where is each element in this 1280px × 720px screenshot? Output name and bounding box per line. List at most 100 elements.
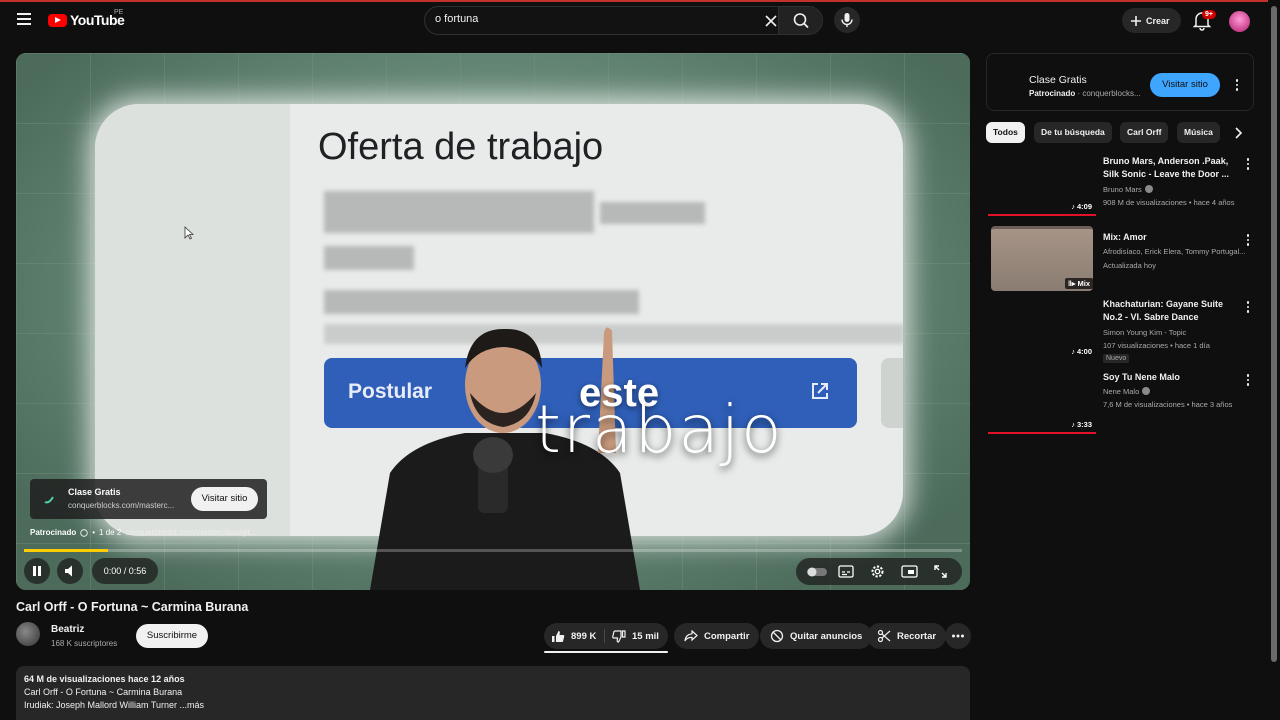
video-thumbnail[interactable]: ♪ 4:09 — [988, 155, 1096, 216]
dislike-button[interactable]: 15 mil — [606, 623, 669, 649]
video-job-title: Oferta de trabajo — [318, 126, 604, 168]
like-divider — [604, 629, 605, 643]
masthead: YouTube PE Crear 9+ — [0, 2, 1268, 36]
rec-channel: Bruno Mars — [1103, 185, 1153, 194]
rec-meta: Actualizada hoy — [1103, 261, 1156, 270]
channel-avatar[interactable] — [16, 622, 40, 646]
rec-menu-icon[interactable] — [1241, 233, 1255, 247]
rec-title[interactable]: Khachaturian: Gayane Suite No.2 - VI. Sa… — [1103, 298, 1238, 324]
notification-count-badge: 9+ — [1202, 10, 1216, 19]
video-thumbnail[interactable]: ♪ 4:00 — [988, 298, 1096, 359]
sidebar-ad-visit-button[interactable]: Visitar sitio — [1150, 73, 1220, 97]
video-player[interactable]: Oferta de trabajo Postular este trabajo … — [16, 53, 970, 590]
rec-channel: Simon Young Kim - Topic — [1103, 328, 1187, 337]
chip-todos[interactable]: Todos — [986, 122, 1025, 143]
scrollbar-thumb[interactable] — [1271, 6, 1277, 662]
more-actions-button[interactable] — [945, 623, 971, 649]
time-display: 0:00 / 0:56 — [92, 558, 158, 584]
account-avatar[interactable] — [1229, 11, 1250, 32]
sidebar-ad-sponsored: Patrocinado — [1029, 89, 1076, 98]
country-code: PE — [114, 9, 124, 16]
blurred-text — [324, 246, 414, 270]
music-note-icon: ♪ — [1071, 420, 1075, 429]
recommended-video[interactable]: ♪ 4:09 Bruno Mars, Anderson .Paak, Silk S… — [988, 155, 1258, 221]
blurred-text — [324, 191, 594, 233]
search-input[interactable] — [435, 13, 755, 25]
description-stats: 64 M de visualizaciones hace 12 años — [24, 674, 185, 684]
video-title: Carl Orff - O Fortuna ~ Carmina Burana — [16, 600, 249, 614]
remove-ads-label: Quitar anuncios — [790, 630, 863, 642]
rec-meta: 7,6 M de visualizaciones • hace 3 años — [1103, 400, 1233, 409]
volume-button[interactable] — [57, 558, 83, 584]
chevron-right-icon[interactable] — [1230, 125, 1246, 141]
music-note-icon: ♪ — [1071, 202, 1075, 211]
rec-menu-icon[interactable] — [1241, 300, 1255, 314]
fullscreen-icon[interactable] — [933, 564, 948, 579]
sidebar-ad-domain: conquerblocks... — [1082, 89, 1141, 98]
new-badge: Nuevo — [1103, 354, 1130, 363]
rec-menu-icon[interactable] — [1241, 157, 1255, 171]
recommended-mix[interactable]: ‖▸ Mix Mix: Amor Afrodisíaco, Erick Elera… — [988, 226, 1258, 292]
rec-title[interactable]: Bruno Mars, Anderson .Paak, Silk Sonic -… — [1103, 155, 1238, 181]
blurred-text — [600, 202, 705, 224]
youtube-logo[interactable]: YouTube — [48, 12, 125, 28]
rec-channel: Afrodisíaco, Erick Elera, Tommy Portugal… — [1103, 247, 1246, 256]
duration-badge: ♪ 4:09 — [1071, 202, 1092, 211]
mix-thumbnail[interactable]: ‖▸ Mix — [991, 226, 1093, 291]
menu-icon[interactable] — [17, 13, 31, 25]
scissors-icon — [877, 629, 891, 643]
like-button[interactable]: 899 K — [544, 623, 606, 649]
theater-mode-icon[interactable] — [901, 564, 918, 579]
progress-bar[interactable] — [24, 549, 962, 552]
verified-icon — [1144, 185, 1153, 193]
video-side-element — [881, 358, 903, 428]
like-count: 899 K — [571, 630, 597, 642]
voice-search-button[interactable] — [834, 7, 860, 33]
subscribe-button[interactable]: Suscribirme — [136, 624, 208, 648]
blurred-text — [324, 290, 639, 314]
recommended-video[interactable]: ♪ 4:00 Khachaturian: Gayane Suite No.2 - … — [988, 298, 1258, 363]
duration-badge: ♪ 4:00 — [1071, 347, 1092, 356]
chip-carl-orff[interactable]: Carl Orff — [1120, 122, 1169, 143]
sidebar-ad-sub: Patrocinado · conquerblocks... — [1029, 89, 1141, 98]
chip-de-tu-busqueda[interactable]: De tu búsqueda — [1034, 122, 1112, 143]
page-scrollbar[interactable] — [1268, 0, 1280, 720]
subtitles-icon[interactable] — [838, 564, 854, 579]
rec-menu-icon[interactable] — [1241, 373, 1255, 387]
youtube-play-icon — [48, 13, 67, 27]
sponsored-info: Patrocinado • 1 de 2 conquerblocks.com/m… — [30, 528, 257, 537]
ad-url-faint: conquerblocks.com/masterclass/git... — [125, 528, 257, 537]
mix-playlist-icon: ‖▸ — [1067, 279, 1076, 288]
recommended-video[interactable]: ♪ 3:33 Soy Tu Nene Malo Nene Malo 7,6 M d… — [988, 371, 1258, 435]
ad-count: 1 de 2 — [99, 528, 122, 537]
share-icon — [684, 630, 698, 642]
create-label: Crear — [1146, 15, 1170, 26]
sidebar-ad[interactable]: Clase Gratis Patrocinado · conquerblocks… — [986, 53, 1254, 111]
music-note-icon: ♪ — [1071, 347, 1075, 356]
progress-fill — [24, 549, 109, 552]
info-icon[interactable] — [80, 528, 88, 537]
rec-title[interactable]: Mix: Amor — [1103, 231, 1238, 244]
in-video-ad-card[interactable]: Clase Gratis conquerblocks.com/masterc..… — [30, 479, 267, 519]
pause-button[interactable] — [24, 558, 50, 584]
watch-progress-bar — [988, 432, 1096, 434]
settings-gear-icon[interactable] — [869, 563, 886, 580]
sidebar-ad-menu-icon[interactable] — [1230, 78, 1244, 92]
create-button[interactable]: Crear — [1122, 8, 1181, 33]
search-button[interactable] — [778, 7, 822, 34]
clip-button[interactable]: Recortar — [867, 623, 947, 649]
rec-meta: 107 visualizaciones • hace 1 día — [1103, 341, 1210, 350]
share-button[interactable]: Compartir — [674, 623, 760, 649]
ad-visit-button[interactable]: Visitar sitio — [191, 487, 258, 511]
remove-ads-button[interactable]: Quitar anuncios — [760, 623, 873, 649]
rec-title[interactable]: Soy Tu Nene Malo — [1103, 371, 1238, 384]
video-thumbnail[interactable]: ♪ 3:33 — [988, 371, 1096, 434]
rec-channel: Nene Malo — [1103, 387, 1151, 396]
chip-musica[interactable]: Música — [1177, 122, 1220, 143]
autoplay-toggle-icon[interactable] — [806, 564, 828, 579]
share-label: Compartir — [704, 630, 750, 642]
description-box[interactable]: 64 M de visualizaciones hace 12 años Car… — [16, 666, 970, 720]
rec-meta: 908 M de visualizaciones • hace 4 años — [1103, 198, 1235, 207]
verified-icon — [1142, 387, 1151, 395]
channel-name[interactable]: Beatriz — [51, 624, 84, 635]
